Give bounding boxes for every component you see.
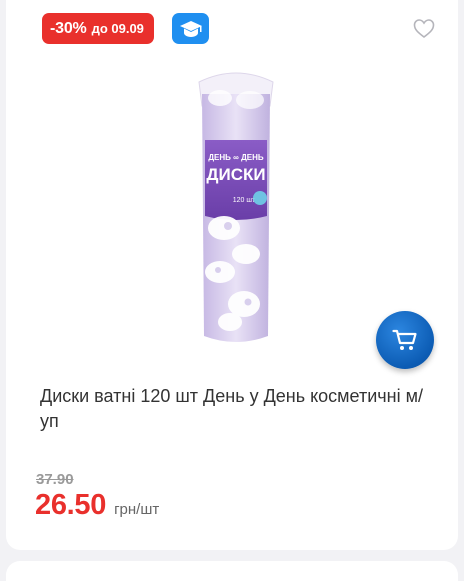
product-title[interactable]: Диски ватні 120 шт День у День косметичн… [40,384,440,434]
add-to-cart-button[interactable] [376,311,434,369]
current-price: 26.50 [35,489,107,521]
product-image: ДЕНЬ ∞ ДЕНЬ ДИСКИ 120 шт [198,72,274,342]
package-count: 120 шт [233,197,256,204]
old-price: 37.90 [36,471,74,488]
package-brand: ДЕНЬ ∞ ДЕНЬ [208,153,264,162]
next-card-edge [6,561,458,581]
price-unit: грн/шт [114,501,160,518]
graduation-cap-icon [179,20,202,37]
discount-until: до 09.09 [91,21,144,36]
product-card[interactable]: -30% до 09.09 ДЕНЬ ∞ ДЕНЬ ДИСКИ 120 шт Д… [6,0,458,550]
heart-outline-icon [413,19,435,39]
discount-badge: -30% до 09.09 [42,13,154,44]
cart-icon [392,329,417,350]
price-row: 26.50 грн/шт [35,489,159,522]
discount-percent: -30% [50,19,87,37]
education-badge [172,13,209,44]
favorite-button[interactable] [412,17,436,39]
package-name: ДИСКИ [206,165,265,184]
